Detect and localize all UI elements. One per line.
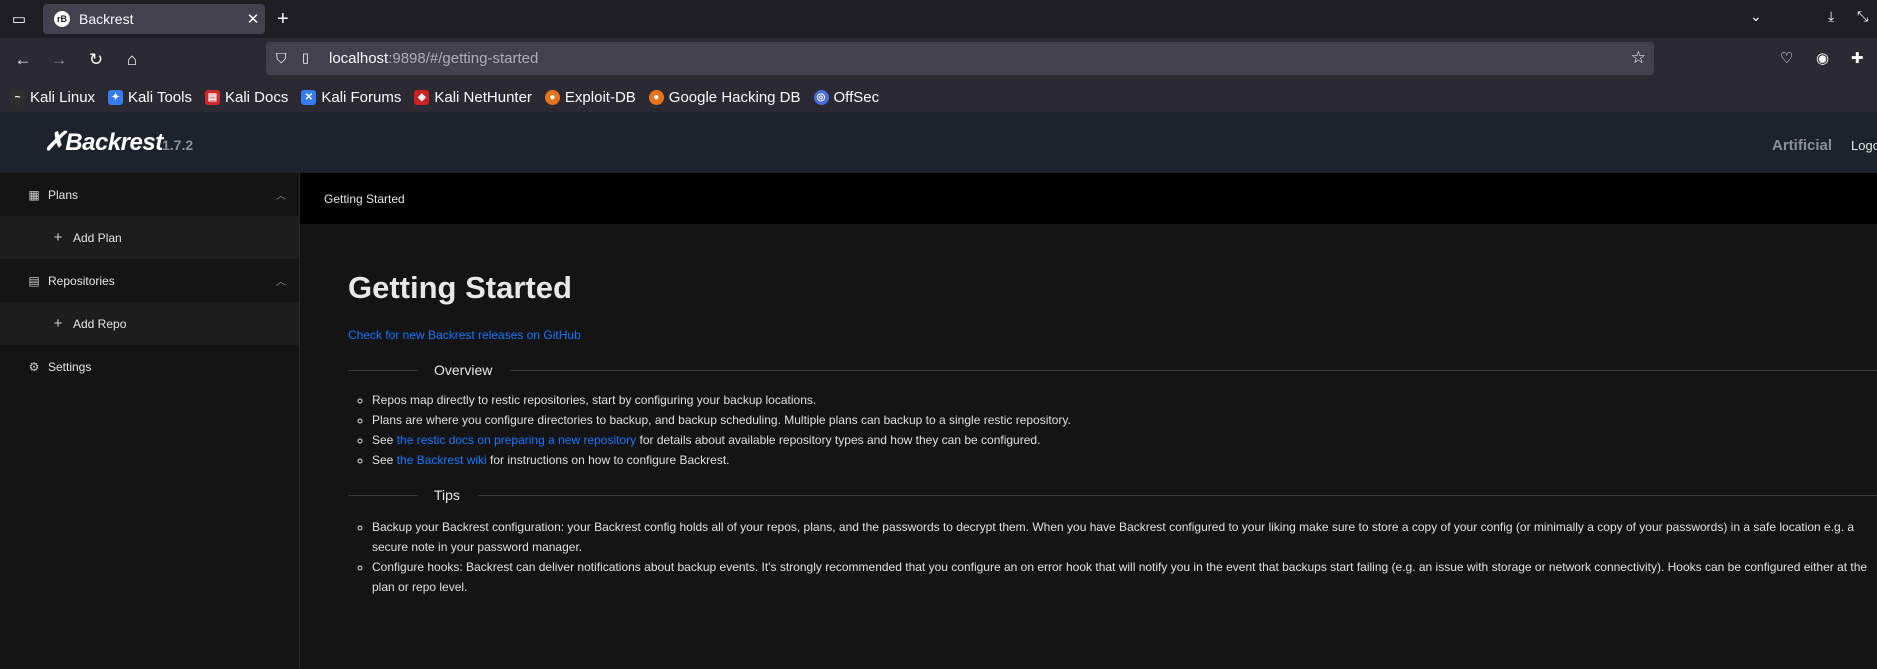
kali-dragon-icon: ~	[10, 89, 25, 105]
bookmark-kali-linux[interactable]: ~ Kali Linux	[10, 89, 95, 106]
bookmark-google-hacking-db[interactable]: ● Google Hacking DB	[648, 89, 801, 106]
backrest-favicon-icon: rB	[54, 11, 70, 27]
kali-forums-icon: ✕	[301, 89, 317, 105]
list-item: See the Backrest wiki for instructions o…	[372, 450, 1872, 470]
list-item: Backup your Backrest configuration: your…	[372, 517, 1872, 557]
list-all-tabs-icon[interactable]: ⌄	[1750, 8, 1762, 25]
plus-icon: +	[53, 229, 63, 246]
list-item: Configure hooks: Backrest can deliver no…	[372, 557, 1872, 597]
bookmark-kali-docs[interactable]: ▤ Kali Docs	[204, 89, 288, 106]
sidebar-item-label: Add Repo	[73, 316, 127, 331]
kali-tools-icon: ✦	[108, 89, 124, 105]
pocket-icon[interactable]: ♡	[1780, 49, 1793, 67]
browser-tab-backrest[interactable]: rB Backrest ✕	[43, 4, 265, 34]
sidebar-item-add-plan[interactable]: + Add Plan	[0, 216, 299, 259]
app-header: ✗Backrest 1.7.2 Artificial Logout	[0, 112, 1877, 173]
chevron-up-icon: ︿	[276, 277, 286, 288]
bookmark-kali-tools[interactable]: ✦ Kali Tools	[108, 89, 192, 106]
sidebar-item-plans[interactable]: ▦ Plans ︿	[0, 173, 299, 216]
close-tab-icon[interactable]: ✕	[241, 10, 265, 28]
bookmarks-toolbar: ~ Kali Linux ✦ Kali Tools ▤ Kali Docs ✕ Kali…	[0, 82, 1877, 112]
instance-name: Artificial	[1772, 137, 1833, 154]
plus-icon: +	[53, 315, 63, 332]
sidebar: ▦ Plans ︿ + Add Plan ▤ Repositories ︿ + …	[0, 173, 300, 669]
tips-heading: Tips	[434, 487, 460, 503]
calendar-icon: ▦	[28, 187, 40, 202]
home-icon[interactable]: ⌂	[120, 48, 144, 72]
list-item: See the restic docs on preparing a new r…	[372, 430, 1872, 450]
browser-nav-bar: ← → ↻ ⌂ ⛉ ▯ localhost:9898/#/getting-sta…	[0, 38, 1877, 82]
offsec-icon: ◎	[813, 89, 829, 105]
tips-list: Backup your Backrest configuration: your…	[372, 517, 1872, 597]
bookmark-kali-forums[interactable]: ✕ Kali Forums	[301, 89, 401, 106]
back-icon[interactable]: ←	[11, 48, 35, 72]
url-text[interactable]: localhost:9898/#/getting-started	[329, 50, 538, 67]
bookmark-star-icon[interactable]: ☆	[1631, 48, 1646, 68]
sidebar-item-label: Repositories	[48, 273, 115, 288]
page-info-icon[interactable]: ▯	[302, 50, 309, 66]
sidebar-item-label: Add Plan	[73, 230, 122, 245]
getting-started-content: Getting Started Check for new Backrest r…	[324, 224, 1877, 669]
tab-title: Backrest	[79, 11, 134, 27]
overview-divider: Overview	[348, 362, 1877, 378]
sidebar-item-add-repo[interactable]: + Add Repo	[0, 302, 299, 345]
sidebar-item-repositories[interactable]: ▤ Repositories ︿	[0, 259, 299, 302]
tips-divider: Tips	[348, 487, 1877, 503]
reload-icon[interactable]: ↻	[84, 48, 108, 72]
exploit-db-icon: ●	[544, 89, 560, 105]
bookmark-kali-nethunter[interactable]: ◆ Kali NetHunter	[414, 89, 532, 106]
forward-icon[interactable]: →	[47, 48, 71, 72]
overview-list: Repos map directly to restic repositorie…	[372, 390, 1872, 470]
kali-docs-icon: ▤	[204, 89, 220, 105]
gear-icon: ⚙	[28, 359, 40, 374]
backrest-logo[interactable]: ✗Backrest	[44, 126, 163, 157]
new-tab-icon[interactable]: +	[277, 7, 289, 31]
url-bar[interactable]: ⛉ ▯ localhost:9898/#/getting-started ☆	[266, 42, 1654, 75]
tab-list-icon[interactable]: ▭	[9, 9, 29, 29]
breadcrumb: Getting Started	[324, 192, 405, 206]
logout-button[interactable]: Logout	[1851, 138, 1877, 153]
downloads-icon[interactable]: ⤓	[1828, 8, 1834, 25]
breadcrumb-bar: Getting Started	[300, 173, 1877, 224]
account-icon[interactable]: ◉	[1816, 49, 1829, 67]
page-title: Getting Started	[348, 270, 572, 305]
tracking-shield-icon[interactable]: ⛉	[276, 50, 287, 67]
bookmark-exploit-db[interactable]: ● Exploit-DB	[544, 89, 636, 106]
restic-docs-link[interactable]: the restic docs on preparing a new repos…	[397, 433, 636, 447]
list-item: Plans are where you configure directorie…	[372, 410, 1872, 430]
list-item: Repos map directly to restic repositorie…	[372, 390, 1872, 410]
browser-tab-bar: ▭ rB Backrest ✕ + ⌄ ⤓ ⤡	[0, 0, 1877, 38]
kali-nethunter-icon: ◆	[414, 89, 430, 105]
extensions-icon[interactable]: ✚	[1851, 49, 1864, 67]
sidebar-item-label: Plans	[48, 187, 79, 202]
sidebar-item-settings[interactable]: ⚙ Settings	[0, 345, 299, 388]
backrest-wiki-link[interactable]: the Backrest wiki	[397, 453, 487, 467]
ghdb-icon: ●	[648, 89, 664, 105]
restore-window-icon[interactable]: ⤡	[1857, 8, 1868, 25]
database-icon: ▤	[28, 273, 40, 288]
github-releases-link[interactable]: Check for new Backrest releases on GitHu…	[348, 328, 581, 342]
sidebar-item-label: Settings	[48, 359, 92, 374]
bookmark-offsec[interactable]: ◎ OffSec	[813, 89, 879, 106]
chevron-up-icon: ︿	[276, 191, 286, 202]
version-label: 1.7.2	[162, 137, 194, 153]
overview-heading: Overview	[434, 362, 493, 378]
